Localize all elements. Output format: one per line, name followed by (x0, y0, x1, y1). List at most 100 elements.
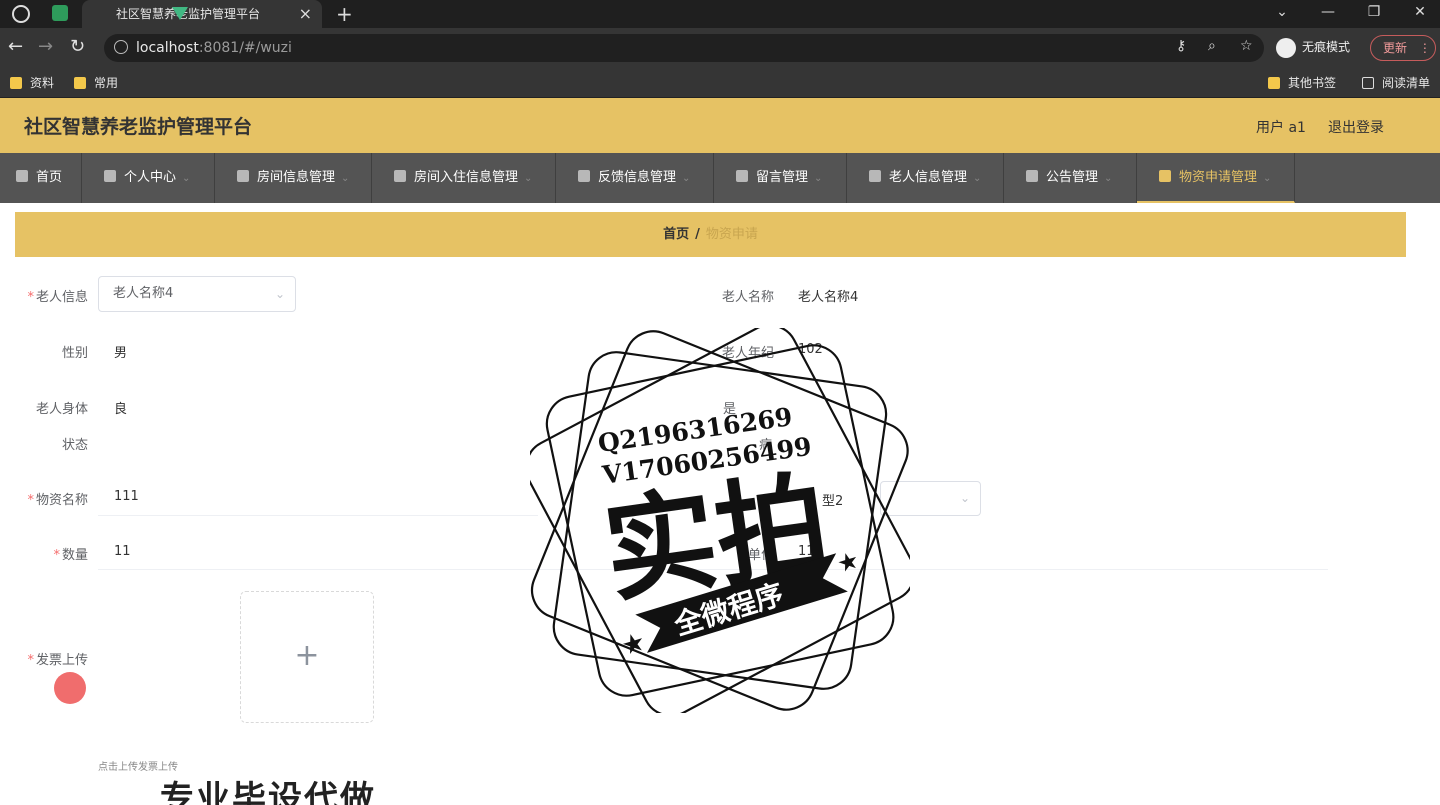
material-name-label: * 物资名称 (27, 493, 88, 508)
unit-label: * 单位 (739, 548, 774, 563)
cursor-highlight (54, 672, 86, 704)
bookmark-label: 其他书签 (1288, 76, 1337, 90)
restore-icon[interactable]: ❐ (1354, 0, 1394, 24)
reading-list-icon (1362, 77, 1374, 89)
reading-list[interactable]: 阅读清单 (1362, 74, 1430, 92)
incognito-icon (1276, 37, 1296, 58)
star-icon: ★ (834, 546, 863, 579)
chevron-down-icon: ⌄ (973, 173, 982, 184)
vue-logo-icon (172, 7, 188, 20)
menu-item-elder-info[interactable]: 老人信息管理 ⌄ (847, 153, 1004, 203)
tab-search-chevron-icon[interactable]: ⌄ (1262, 0, 1302, 24)
age-label: 老人年纪 (721, 346, 774, 361)
elder-info-label: * 老人信息 (27, 290, 88, 305)
watermark-bottom-text: 专业毕设代做 (160, 779, 376, 805)
chevron-down-icon: ⌄ (814, 173, 823, 184)
room-icon (237, 170, 249, 182)
close-icon[interactable]: × (299, 0, 312, 28)
folder-icon (1268, 77, 1280, 89)
menu-label: 首页 (36, 170, 63, 185)
menu-item-checkin-info[interactable]: 房间入住信息管理 ⌄ (372, 153, 556, 203)
bookmark-folder[interactable]: 常用 (74, 74, 118, 92)
menu-item-notices[interactable]: 公告管理 ⌄ (1004, 153, 1137, 203)
health-label-line2: 状态 (61, 438, 88, 453)
invoice-upload-label: * 发票上传 (27, 653, 88, 668)
checkin-icon (394, 170, 406, 182)
spreadsheet-tab-icon[interactable] (52, 5, 68, 21)
bookmark-label: 阅读清单 (1382, 76, 1431, 90)
unit-input[interactable]: 11 (798, 544, 815, 559)
menu-item-messages[interactable]: 留言管理 ⌄ (714, 153, 847, 203)
incognito-label: 无痕模式 (1302, 40, 1351, 54)
is-label: 是 (722, 402, 736, 417)
globe-icon[interactable] (12, 5, 30, 23)
star-bookmark-icon[interactable]: ☆ (1240, 38, 1253, 54)
menu-label: 物资申请管理 (1179, 170, 1258, 185)
health-value: 良 (114, 402, 128, 417)
chevron-down-icon: ⌄ (1104, 173, 1113, 184)
key-icon[interactable]: ⚷ (1176, 38, 1186, 54)
menu-item-feedback[interactable]: 反馈信息管理 ⌄ (556, 153, 714, 203)
material-type-select[interactable]: ⌄ (880, 481, 981, 516)
age-value: 102 (798, 342, 823, 357)
web-page: 社区智慧养老监护管理平台 用户 a1 退出登录 首页 个人中心 ⌄ 房间信息管理 ⌄… (0, 98, 1440, 805)
quantity-label: * 数量 (53, 548, 88, 563)
site-title: 社区智慧养老监护管理平台 (24, 116, 253, 138)
clipboard-icon (1159, 170, 1171, 182)
menu-label: 老人信息管理 (889, 170, 968, 185)
menu-label: 留言管理 (756, 170, 809, 185)
breadcrumb-home[interactable]: 首页 (663, 227, 689, 242)
update-label: 更新 (1383, 41, 1408, 55)
chevron-down-icon: ⌄ (274, 287, 285, 301)
gender-value: 男 (114, 346, 128, 361)
elder-info-selected: 老人名称4 (113, 286, 174, 301)
reload-icon[interactable]: ↻ (70, 36, 85, 58)
health-label-line1: 老人身体 (35, 402, 88, 417)
zoom-icon[interactable]: ⌕ (1208, 38, 1216, 54)
menu-label: 反馈信息管理 (598, 170, 677, 185)
watermark-big: 实拍 (597, 459, 837, 619)
elder-info-select[interactable]: 老人名称4 ⌄ (98, 276, 296, 312)
chevron-down-icon: ⌄ (682, 173, 691, 184)
menu-item-room-info[interactable]: 房间信息管理 ⌄ (215, 153, 372, 203)
tab-title: 社区智慧养老监护管理平台 (116, 7, 261, 21)
menu-item-personal-center[interactable]: 个人中心 ⌄ (82, 153, 215, 203)
bookmark-folder[interactable]: 资料 (10, 74, 54, 92)
menu-label: 公告管理 (1046, 170, 1099, 185)
incognito-indicator[interactable]: 无痕模式 (1276, 35, 1350, 59)
forward-arrow-icon[interactable]: → (38, 36, 53, 58)
browser-tab-active[interactable]: 社区智慧养老监护管理平台 × (82, 0, 322, 28)
breadcrumb-separator: / (695, 227, 700, 242)
main-menu: 首页 个人中心 ⌄ 房间信息管理 ⌄ 房间入住信息管理 ⌄ 反馈信息管理 ⌄ 留言管理 ⌄… (0, 153, 1440, 203)
menu-label: 个人中心 (124, 170, 177, 185)
invoice-upload-button[interactable]: + (240, 591, 374, 723)
mail-icon (1026, 170, 1038, 182)
minimize-icon[interactable]: — (1308, 0, 1348, 24)
user-icon (104, 170, 116, 182)
menu-item-home[interactable]: 首页 (0, 153, 82, 203)
more-vert-icon: ⋮ (1418, 41, 1431, 55)
watermark-ribbon: 全微程序 (670, 577, 788, 642)
breadcrumb: 首页 / 物资申请 (15, 212, 1406, 257)
current-user: 用户 a1 (1256, 120, 1306, 136)
folder-icon (74, 77, 86, 89)
chevron-down-icon: ⌄ (959, 491, 970, 505)
row-divider (98, 569, 1328, 570)
menu-label: 房间入住信息管理 (414, 170, 519, 185)
bookmark-label: 资料 (30, 76, 55, 90)
site-header: 社区智慧养老监护管理平台 用户 a1 退出登录 (0, 98, 1440, 153)
new-tab-plus-icon[interactable]: + (336, 0, 353, 28)
menu-item-material-request[interactable]: 物资申请管理 ⌄ (1137, 153, 1295, 203)
logout-link[interactable]: 退出登录 (1328, 117, 1384, 137)
url-field[interactable]: localhost:8081/#/wuzi (104, 34, 1264, 62)
update-button[interactable]: 更新 ⋮ (1370, 35, 1436, 61)
back-arrow-icon[interactable]: ← (8, 36, 23, 58)
window-close-icon[interactable]: ✕ (1400, 0, 1440, 24)
material-name-input[interactable]: 111 (114, 489, 139, 504)
address-bar-row: ← → ↻ localhost:8081/#/wuzi ⚷ ⌕ ☆ (0, 28, 1440, 68)
site-info-icon[interactable] (114, 40, 128, 54)
chevron-down-icon: ⌄ (524, 173, 533, 184)
browser-tab-strip: 社区智慧养老监护管理平台 × + ⌄ — ❐ ✕ (0, 0, 1440, 28)
other-bookmarks[interactable]: 其他书签 (1268, 74, 1336, 92)
quantity-input[interactable]: 11 (114, 544, 131, 559)
